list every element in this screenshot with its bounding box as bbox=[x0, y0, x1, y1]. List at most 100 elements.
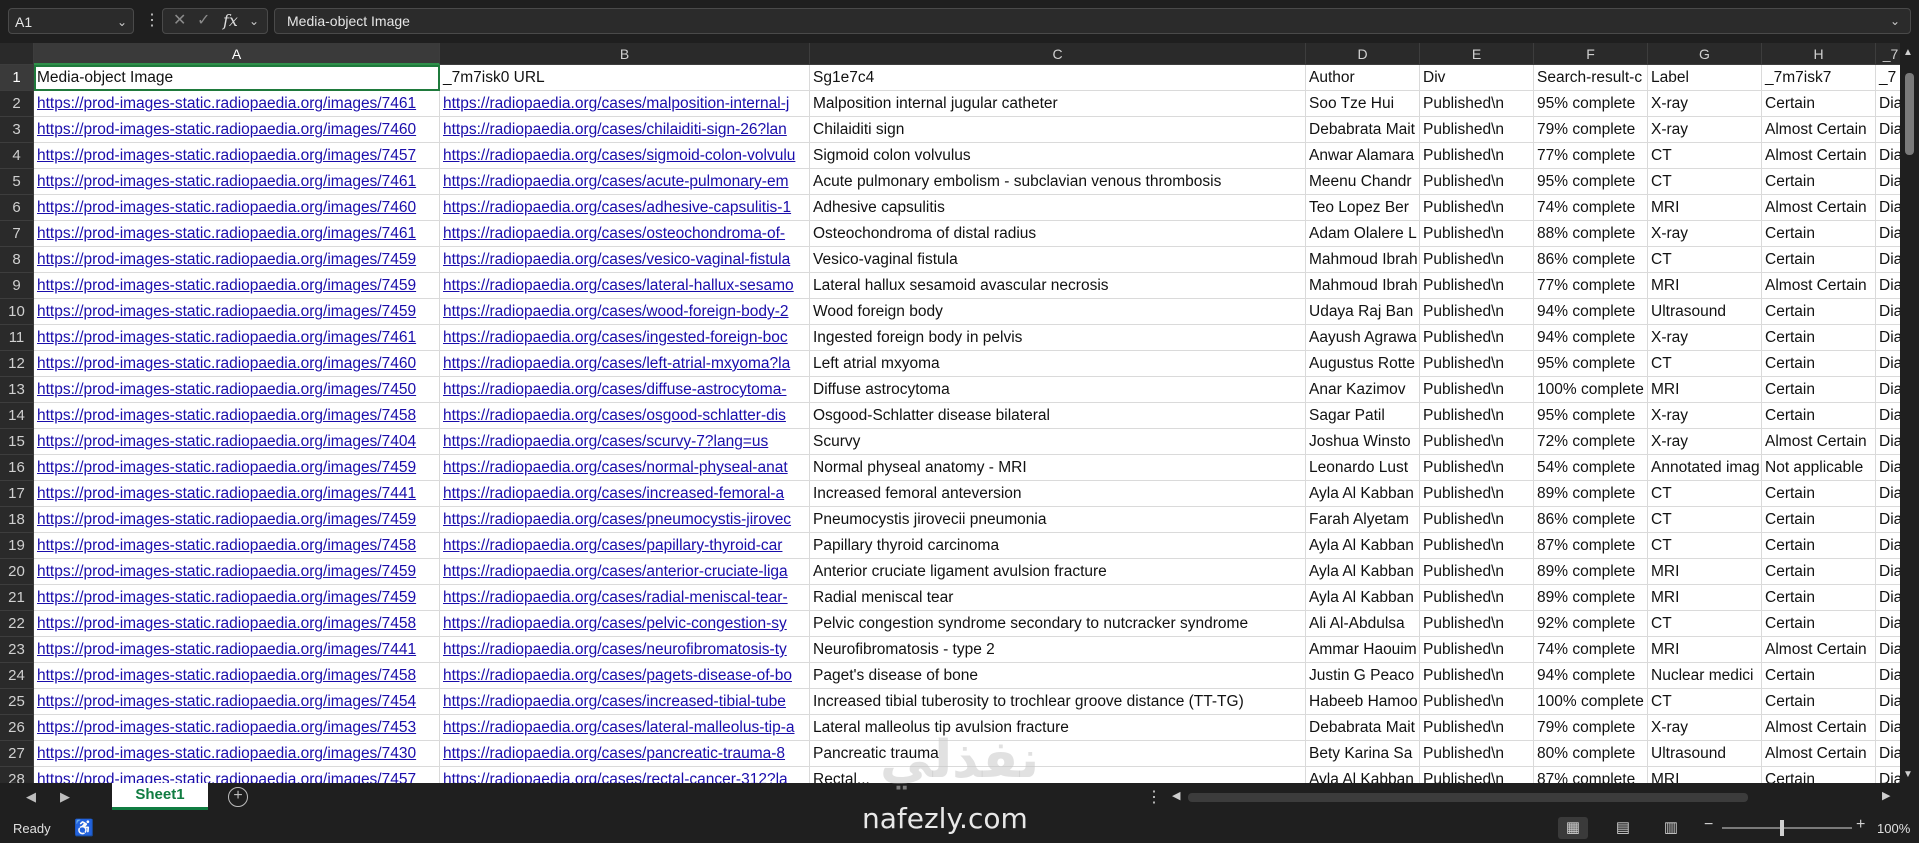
table-cell[interactable]: Lateral malleolus tip avulsion fracture bbox=[810, 715, 1306, 741]
table-cell[interactable]: Certain bbox=[1762, 481, 1876, 507]
table-cell[interactable]: Left atrial mxyoma bbox=[810, 351, 1306, 377]
table-cell[interactable]: Ayla Al Kabban bbox=[1306, 585, 1420, 611]
vertical-scrollbar[interactable]: ▲ ▼ bbox=[1900, 43, 1919, 783]
table-cell[interactable]: Dia bbox=[1876, 585, 1900, 611]
link-cell[interactable]: https://prod-images-static.radiopaedia.o… bbox=[34, 273, 440, 299]
table-cell[interactable]: 77% complete bbox=[1534, 273, 1648, 299]
table-cell[interactable]: Scurvy bbox=[810, 429, 1306, 455]
scroll-right-icon[interactable]: ▶ bbox=[1882, 789, 1890, 802]
link-cell[interactable]: https://prod-images-static.radiopaedia.o… bbox=[34, 221, 440, 247]
link-cell[interactable]: https://prod-images-static.radiopaedia.o… bbox=[34, 689, 440, 715]
vertical-scroll-thumb[interactable] bbox=[1905, 73, 1914, 155]
table-cell[interactable]: 72% complete bbox=[1534, 429, 1648, 455]
insert-function-icon[interactable]: fx bbox=[223, 9, 238, 33]
table-cell[interactable]: 87% complete bbox=[1534, 533, 1648, 559]
table-cell[interactable]: Paget's disease of bone bbox=[810, 663, 1306, 689]
table-cell[interactable]: CT bbox=[1648, 247, 1762, 273]
table-cell[interactable]: Certain bbox=[1762, 767, 1876, 783]
link-cell[interactable]: https://prod-images-static.radiopaedia.o… bbox=[34, 507, 440, 533]
table-cell[interactable]: Certain bbox=[1762, 663, 1876, 689]
table-cell[interactable]: Dia bbox=[1876, 429, 1900, 455]
header-cell[interactable]: Sg1e7c4 bbox=[810, 65, 1306, 91]
table-cell[interactable]: Published\n bbox=[1420, 689, 1534, 715]
table-cell[interactable]: Dia bbox=[1876, 481, 1900, 507]
table-cell[interactable]: Dia bbox=[1876, 195, 1900, 221]
table-cell[interactable]: Dia bbox=[1876, 533, 1900, 559]
table-cell[interactable]: 88% complete bbox=[1534, 221, 1648, 247]
table-cell[interactable]: Mahmoud Ibrah bbox=[1306, 273, 1420, 299]
table-cell[interactable]: Debabrata Mait bbox=[1306, 715, 1420, 741]
table-cell[interactable]: Dia bbox=[1876, 169, 1900, 195]
link-cell[interactable]: https://radiopaedia.org/cases/left-atria… bbox=[440, 351, 810, 377]
page-break-view-icon[interactable]: ▥ bbox=[1656, 817, 1686, 839]
table-cell[interactable]: Published\n bbox=[1420, 299, 1534, 325]
table-cell[interactable]: Certain bbox=[1762, 611, 1876, 637]
row-header[interactable]: 18 bbox=[0, 507, 34, 533]
add-sheet-icon[interactable]: + bbox=[228, 787, 248, 807]
row-header[interactable]: 13 bbox=[0, 377, 34, 403]
header-cell[interactable]: Media-object Image bbox=[34, 65, 440, 91]
table-cell[interactable]: 94% complete bbox=[1534, 299, 1648, 325]
table-cell[interactable]: Debabrata Mait bbox=[1306, 117, 1420, 143]
link-cell[interactable]: https://radiopaedia.org/cases/pelvic-con… bbox=[440, 611, 810, 637]
link-cell[interactable]: https://radiopaedia.org/cases/neurofibro… bbox=[440, 637, 810, 663]
table-cell[interactable]: Udaya Raj Ban bbox=[1306, 299, 1420, 325]
link-cell[interactable]: https://prod-images-static.radiopaedia.o… bbox=[34, 169, 440, 195]
table-cell[interactable]: Habeeb Hamoo bbox=[1306, 689, 1420, 715]
table-cell[interactable]: Almost Certain bbox=[1762, 715, 1876, 741]
table-cell[interactable]: Certain bbox=[1762, 91, 1876, 117]
table-cell[interactable]: Sigmoid colon volvulus bbox=[810, 143, 1306, 169]
link-cell[interactable]: https://radiopaedia.org/cases/osgood-sch… bbox=[440, 403, 810, 429]
table-cell[interactable]: Published\n bbox=[1420, 455, 1534, 481]
table-cell[interactable]: Normal physeal anatomy - MRI bbox=[810, 455, 1306, 481]
link-cell[interactable]: https://prod-images-static.radiopaedia.o… bbox=[34, 403, 440, 429]
row-header[interactable]: 7 bbox=[0, 221, 34, 247]
link-cell[interactable]: https://radiopaedia.org/cases/acute-pulm… bbox=[440, 169, 810, 195]
table-cell[interactable]: Published\n bbox=[1420, 143, 1534, 169]
table-cell[interactable]: Certain bbox=[1762, 403, 1876, 429]
column-header-d[interactable]: D bbox=[1306, 43, 1420, 65]
table-cell[interactable]: Dia bbox=[1876, 611, 1900, 637]
link-cell[interactable]: https://prod-images-static.radiopaedia.o… bbox=[34, 299, 440, 325]
table-cell[interactable]: Published\n bbox=[1420, 117, 1534, 143]
table-cell[interactable]: Ultrasound bbox=[1648, 299, 1762, 325]
link-cell[interactable]: https://radiopaedia.org/cases/normal-phy… bbox=[440, 455, 810, 481]
row-header[interactable]: 19 bbox=[0, 533, 34, 559]
table-cell[interactable]: Mahmoud Ibrah bbox=[1306, 247, 1420, 273]
table-cell[interactable]: Published\n bbox=[1420, 507, 1534, 533]
row-header[interactable]: 21 bbox=[0, 585, 34, 611]
table-cell[interactable]: 95% complete bbox=[1534, 351, 1648, 377]
table-cell[interactable]: Almost Certain bbox=[1762, 195, 1876, 221]
table-cell[interactable]: Not applicable bbox=[1762, 455, 1876, 481]
table-cell[interactable]: Papillary thyroid carcinoma bbox=[810, 533, 1306, 559]
table-cell[interactable]: 86% complete bbox=[1534, 507, 1648, 533]
link-cell[interactable]: https://radiopaedia.org/cases/lateral-ma… bbox=[440, 715, 810, 741]
table-cell[interactable]: Ultrasound bbox=[1648, 741, 1762, 767]
table-cell[interactable]: CT bbox=[1648, 143, 1762, 169]
table-cell[interactable]: Meenu Chandr bbox=[1306, 169, 1420, 195]
table-cell[interactable]: Nuclear medici bbox=[1648, 663, 1762, 689]
table-cell[interactable]: Lateral hallux sesamoid avascular necros… bbox=[810, 273, 1306, 299]
table-cell[interactable]: Dia bbox=[1876, 247, 1900, 273]
table-cell[interactable]: Dia bbox=[1876, 221, 1900, 247]
table-cell[interactable]: 95% complete bbox=[1534, 91, 1648, 117]
row-header[interactable]: 9 bbox=[0, 273, 34, 299]
horizontal-scroll-thumb[interactable] bbox=[1188, 793, 1748, 802]
link-cell[interactable]: https://prod-images-static.radiopaedia.o… bbox=[34, 455, 440, 481]
link-cell[interactable]: https://radiopaedia.org/cases/anterior-c… bbox=[440, 559, 810, 585]
table-cell[interactable]: Certain bbox=[1762, 221, 1876, 247]
table-cell[interactable]: Dia bbox=[1876, 91, 1900, 117]
table-cell[interactable]: Published\n bbox=[1420, 377, 1534, 403]
link-cell[interactable]: https://radiopaedia.org/cases/radial-men… bbox=[440, 585, 810, 611]
table-cell[interactable]: Published\n bbox=[1420, 715, 1534, 741]
table-cell[interactable]: 89% complete bbox=[1534, 481, 1648, 507]
table-cell[interactable]: Dia bbox=[1876, 715, 1900, 741]
link-cell[interactable]: https://prod-images-static.radiopaedia.o… bbox=[34, 663, 440, 689]
table-cell[interactable]: 89% complete bbox=[1534, 559, 1648, 585]
table-cell[interactable]: Dia bbox=[1876, 767, 1900, 783]
table-cell[interactable]: Dia bbox=[1876, 559, 1900, 585]
table-cell[interactable]: Ayla Al Kabban bbox=[1306, 533, 1420, 559]
row-header[interactable]: 23 bbox=[0, 637, 34, 663]
link-cell[interactable]: https://radiopaedia.org/cases/pancreatic… bbox=[440, 741, 810, 767]
table-cell[interactable]: CT bbox=[1648, 351, 1762, 377]
